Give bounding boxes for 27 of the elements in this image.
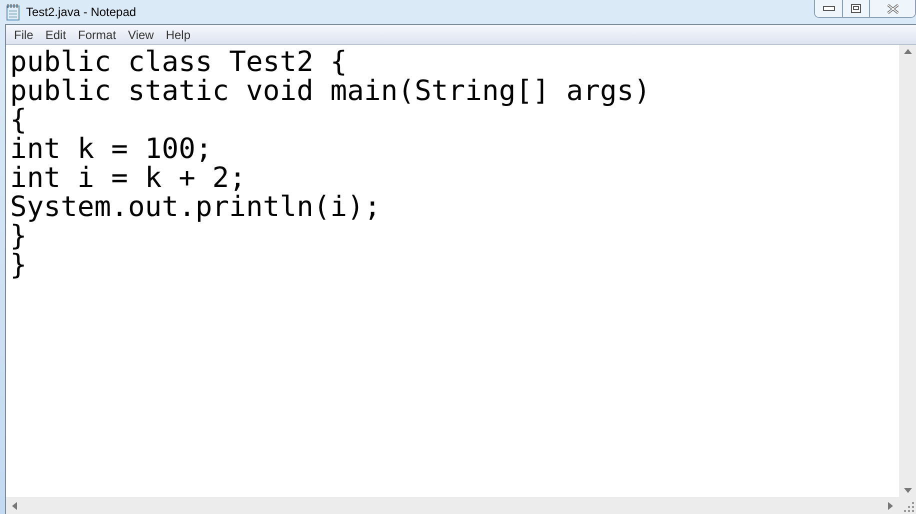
scroll-left-icon[interactable] [12,502,17,510]
menu-item[interactable]: View [122,26,160,44]
minimize-icon [822,6,834,12]
close-button[interactable] [870,0,915,17]
maximize-button[interactable] [843,0,870,17]
minimize-button[interactable] [815,0,843,17]
code-line: } [10,221,27,250]
code-line: System.out.println(i); [10,192,381,221]
scroll-up-icon[interactable] [904,49,912,54]
maximize-icon [851,4,861,13]
menu-item[interactable]: Help [160,26,197,44]
code-line: public class Test2 { [10,47,348,76]
scroll-right-icon[interactable] [888,502,893,510]
menu-item[interactable]: Format [72,26,122,44]
resize-grip-icon[interactable] [904,502,914,512]
code-line: public static void main(String[] args) [10,76,651,105]
code-line: } [10,250,27,279]
text-area[interactable]: public class Test2 { public static void main(String[] args) { int k = 100; int i = k + 2; System.out.println(i); } } [6,45,899,497]
menu-item[interactable]: File [8,26,40,44]
code-line: { [10,105,27,134]
close-icon [886,4,900,14]
window-title: Test2.java - Notepad [26,4,136,21]
menu-item[interactable]: Edit [39,26,72,44]
notepad-icon [4,3,22,21]
scroll-down-icon[interactable] [904,488,912,493]
code-line: int i = k + 2; [10,163,246,192]
code-line: int k = 100; [10,134,212,163]
